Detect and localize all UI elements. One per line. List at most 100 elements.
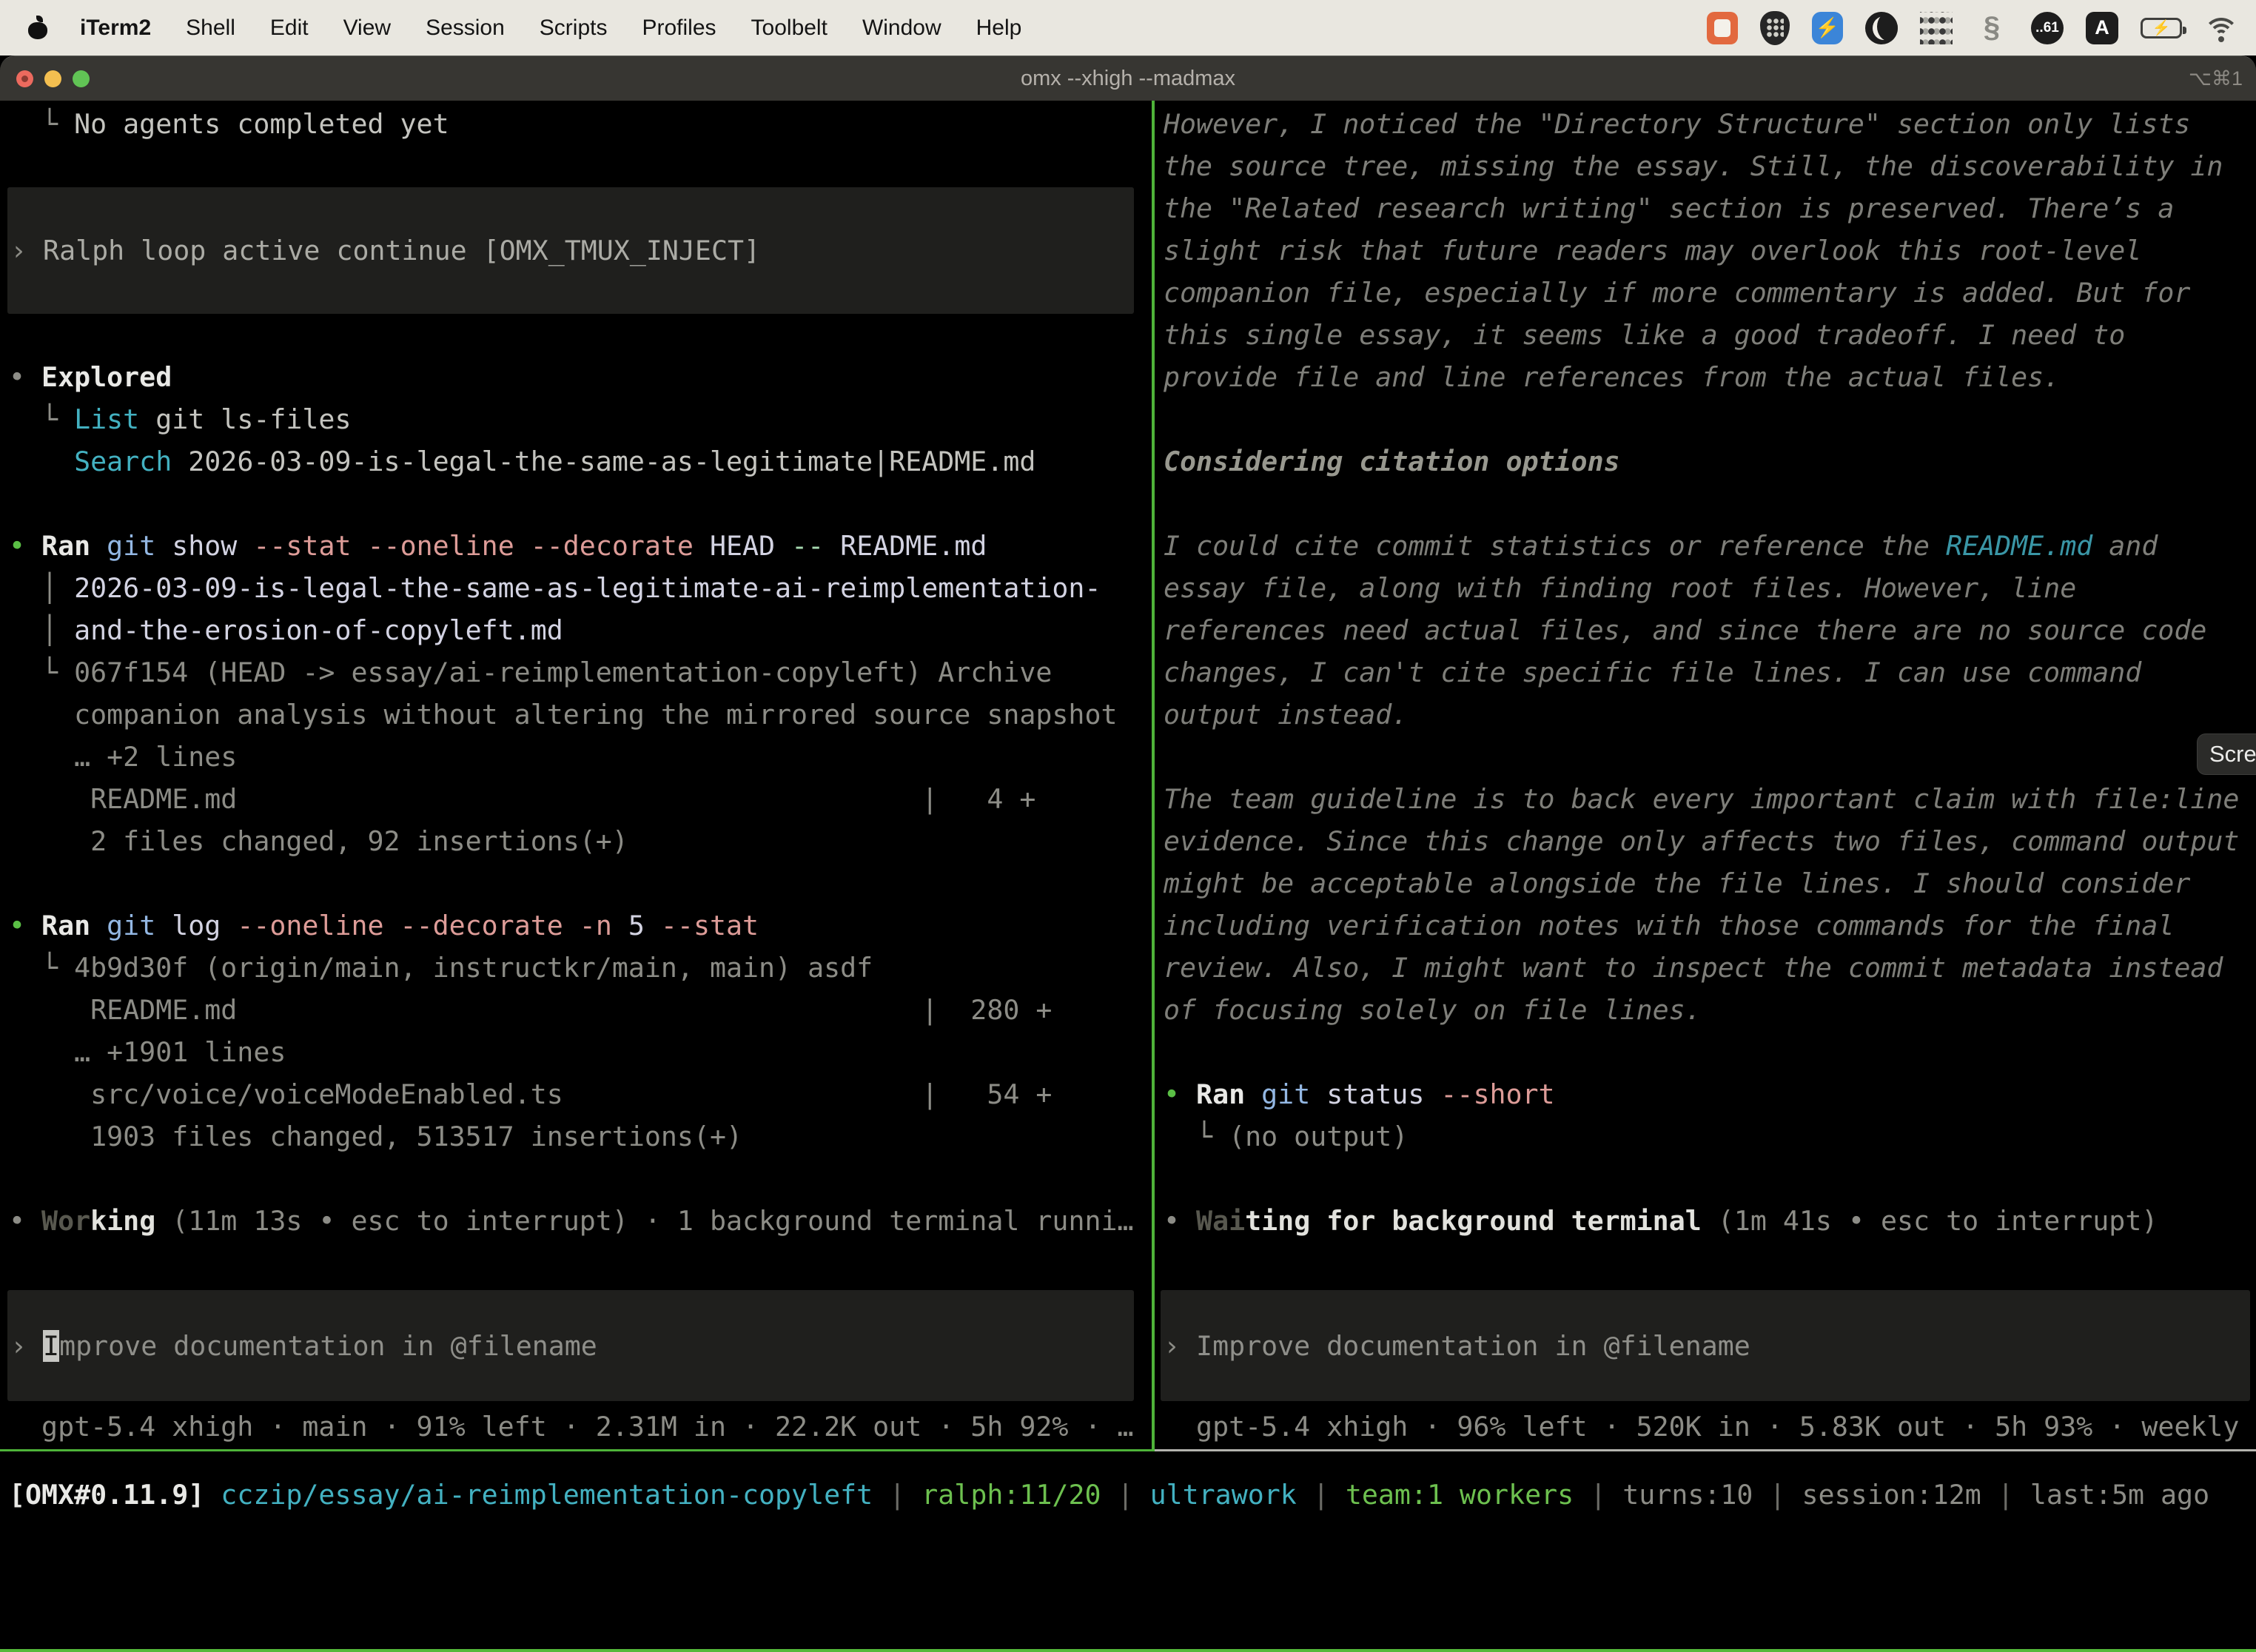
text-segment-tree: │ xyxy=(9,572,74,604)
text-segment-it: companion file, especially if more comme… xyxy=(1164,277,2190,309)
shield-grid-icon[interactable] xyxy=(1760,11,1790,45)
blank-line xyxy=(9,862,1152,904)
text-segment-blue: git xyxy=(90,530,155,562)
text-segment-green: team:1 workers xyxy=(1346,1479,1574,1511)
model-status-line: gpt-5.4 xhigh · main · 91% left · 2.31M … xyxy=(9,1406,1152,1448)
text-segment-it: the "Related research writing" section i… xyxy=(1164,192,2174,224)
status-icons: ⚡ § ..61 A ⚡ xyxy=(1707,11,2240,45)
terminal-line: might be acceptable alongside the file l… xyxy=(1164,862,2256,904)
text-segment-dim: … +2 lines xyxy=(9,741,237,773)
text-segment-tree: └ xyxy=(1164,1121,1229,1152)
text-segment-white: Ran xyxy=(1196,1078,1245,1110)
letter-a-icon-label: A xyxy=(2095,16,2109,39)
text-segment-tree: › xyxy=(1164,1330,1196,1362)
text-segment-dim: 067f154 (HEAD -> essay/ai-reimplementati… xyxy=(74,657,1052,688)
text-segment-it: references need actual files, and since … xyxy=(1164,614,2206,646)
terminal-line: slight risk that future readers may over… xyxy=(1164,229,2256,272)
text-segment-teal: ultrawork xyxy=(1150,1479,1297,1511)
text-segment-tree: › xyxy=(10,235,43,266)
text-segment-sep: | xyxy=(1101,1479,1150,1511)
text-segment-salmon: --short xyxy=(1424,1078,1554,1110)
screen-tooltip: Scre xyxy=(2197,733,2256,775)
traffic-lights xyxy=(16,70,101,87)
blue-bolt-icon[interactable]: ⚡ xyxy=(1812,12,1843,44)
terminal-line: • Ran git status --short xyxy=(1164,1073,2256,1115)
menu-items: iTerm2 Shell Edit View Session Scripts Profile… xyxy=(80,16,1021,41)
terminal-content[interactable]: └ No agents completed yet › Ralph loop ac… xyxy=(0,101,2256,1652)
menu-view[interactable]: View xyxy=(343,16,391,41)
text-segment-shim2: ting for background terminal xyxy=(1245,1205,1702,1237)
menu-help[interactable]: Help xyxy=(976,16,1022,41)
menu-profiles[interactable]: Profiles xyxy=(642,16,716,41)
prompt-input[interactable]: › Improve documentation in @filename xyxy=(7,1290,1134,1401)
terminal-line: README.md | 4 + xyxy=(9,778,1152,820)
text-segment-dim: • xyxy=(9,1205,41,1237)
text-segment-gbullet: • xyxy=(9,910,41,941)
text-segment-white: Ran xyxy=(41,910,90,941)
menu-window[interactable]: Window xyxy=(862,16,941,41)
terminal-line: output instead. xyxy=(1164,694,2256,736)
text-segment-it: essay file, along with finding root file… xyxy=(1164,572,2076,604)
text-segment-shim1: Wor xyxy=(41,1205,90,1237)
screenshot-chat-icon[interactable] xyxy=(1707,12,1738,44)
terminal-line: └ 4b9d30f (origin/main, instructkr/main,… xyxy=(9,947,1152,989)
blank-line xyxy=(1164,736,2256,778)
text-segment-dim: • xyxy=(1164,1205,1196,1237)
text-segment-white: [OMX#0.11.9] xyxy=(9,1479,204,1511)
text-segment-it: of focusing solely on file lines. xyxy=(1164,994,1702,1026)
text-segment-dim: gpt-5.4 xhigh · 96% left · 520K in · 5.8… xyxy=(1164,1411,2256,1443)
text-segment-lav: log xyxy=(155,910,221,941)
text-segment-dim: turns:10 xyxy=(1622,1479,1753,1511)
menu-iterm2[interactable]: iTerm2 xyxy=(80,16,151,41)
menu-toolbelt[interactable]: Toolbelt xyxy=(751,16,827,41)
text-segment-white: Ran xyxy=(41,530,90,562)
terminal-line: • Working (11m 13s • esc to interrupt) ·… xyxy=(9,1200,1152,1242)
prompt-input[interactable]: › Improve documentation in @filename xyxy=(1161,1290,2250,1401)
text-segment-dim: 1903 files changed, 513517 insertions(+) xyxy=(9,1121,742,1152)
battery-bolt-icon[interactable]: ⚡ xyxy=(2141,18,2182,38)
terminal-line: the source tree, missing the essay. Stil… xyxy=(1164,145,2256,187)
terminal-line: └ 067f154 (HEAD -> essay/ai-reimplementa… xyxy=(9,651,1152,694)
text-segment-dim: • xyxy=(9,361,41,393)
right-agent-pane[interactable]: However, I noticed the "Directory Struct… xyxy=(1155,101,2256,1449)
letter-a-icon[interactable]: A xyxy=(2086,12,2118,44)
text-segment-gbullet: • xyxy=(9,530,41,562)
menu-scripts[interactable]: Scripts xyxy=(540,16,608,41)
right-pane-bottom-border xyxy=(1155,1449,2256,1451)
text-segment-bright: git ls-files xyxy=(139,403,351,435)
left-agent-pane[interactable]: └ No agents completed yet › Ralph loop ac… xyxy=(0,101,1152,1449)
notice-box: › Ralph loop active continue [OMX_TMUX_I… xyxy=(7,187,1134,314)
zoom-button[interactable] xyxy=(73,70,90,87)
text-segment-tree: › xyxy=(10,1330,43,1362)
blank-line xyxy=(9,483,1152,525)
dots-grid-icon[interactable] xyxy=(1920,12,1953,44)
window-title-bar[interactable]: omx --xhigh --madmax ⌥⌘1 xyxy=(0,56,2256,101)
menu-edit[interactable]: Edit xyxy=(270,16,309,41)
text-segment-dim: gpt-5.4 xhigh · main · 91% left · 2.31M … xyxy=(9,1411,1134,1443)
menu-shell[interactable]: Shell xyxy=(186,16,235,41)
text-segment-gbullet: • xyxy=(1164,1078,1196,1110)
text-segment-bright: No agents completed yet xyxy=(74,108,449,140)
terminal-line: Search 2026-03-09-is-legal-the-same-as-l… xyxy=(9,440,1152,483)
crescent-moon-icon[interactable] xyxy=(1865,12,1898,44)
close-button[interactable] xyxy=(16,70,33,87)
text-segment-it: and xyxy=(2092,530,2158,562)
terminal-line: README.md | 280 + xyxy=(9,989,1152,1031)
terminal-line: └ No agents completed yet xyxy=(9,103,1152,145)
squiggle-icon[interactable]: § xyxy=(1975,11,2009,45)
terminal-line: • Explored xyxy=(9,356,1152,398)
text-segment-lav: and-the-erosion-of-copyleft.md xyxy=(74,614,563,646)
left-pane-bottom-border xyxy=(0,1449,1152,1451)
wifi-icon[interactable] xyxy=(2204,13,2240,43)
notice-box-text: › Ralph loop active continue [OMX_TMUX_I… xyxy=(10,229,760,272)
apple-menu-icon[interactable] xyxy=(28,17,47,39)
terminal-line: The team guideline is to back every impo… xyxy=(1164,778,2256,820)
badge-61-icon[interactable]: ..61 xyxy=(2031,12,2064,44)
menu-session[interactable]: Session xyxy=(426,16,505,41)
terminal-line: companion file, especially if more comme… xyxy=(1164,272,2256,314)
blank-line xyxy=(9,314,1152,356)
terminal-line: • Ran git log --oneline --decorate -n 5 … xyxy=(9,904,1152,947)
minimize-button[interactable] xyxy=(44,70,61,87)
terminal-line: the "Related research writing" section i… xyxy=(1164,187,2256,229)
text-segment-prompt: mprove documentation in @filename xyxy=(59,1330,597,1362)
